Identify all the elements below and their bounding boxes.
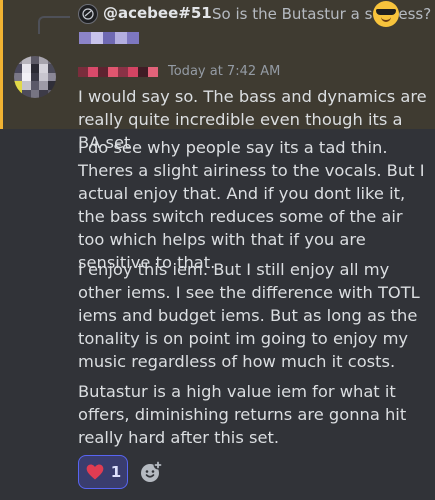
reply-spine — [38, 16, 70, 34]
mention-bar — [0, 0, 3, 129]
add-reaction-icon — [141, 460, 163, 482]
reply-avatar[interactable] — [78, 4, 98, 24]
reply-avatar-icon — [82, 8, 94, 20]
smiling-face-with-sunglasses-icon — [373, 1, 399, 27]
redacted-author-pixels — [78, 67, 158, 77]
redacted-name-pixels — [79, 32, 139, 44]
message-timestamp[interactable]: Today at 7:42 AM — [168, 64, 280, 79]
avatar[interactable] — [14, 56, 56, 98]
add-reaction-button[interactable] — [136, 455, 166, 489]
reaction-heart[interactable]: 1 — [78, 455, 128, 489]
message-paragraph: Butastur is a high value iem for what it… — [78, 382, 407, 447]
heart-icon — [85, 462, 105, 482]
author-name[interactable] — [78, 64, 158, 80]
reply-author[interactable]: @acebee#51 — [103, 4, 212, 22]
reactions-bar: 1 — [78, 455, 166, 489]
message-paragraph: I do see why people say its a tad thin. … — [78, 138, 425, 272]
reaction-count: 1 — [110, 463, 122, 481]
message-paragraph: I enjoy this iem. But I still enjoy all … — [78, 260, 420, 371]
